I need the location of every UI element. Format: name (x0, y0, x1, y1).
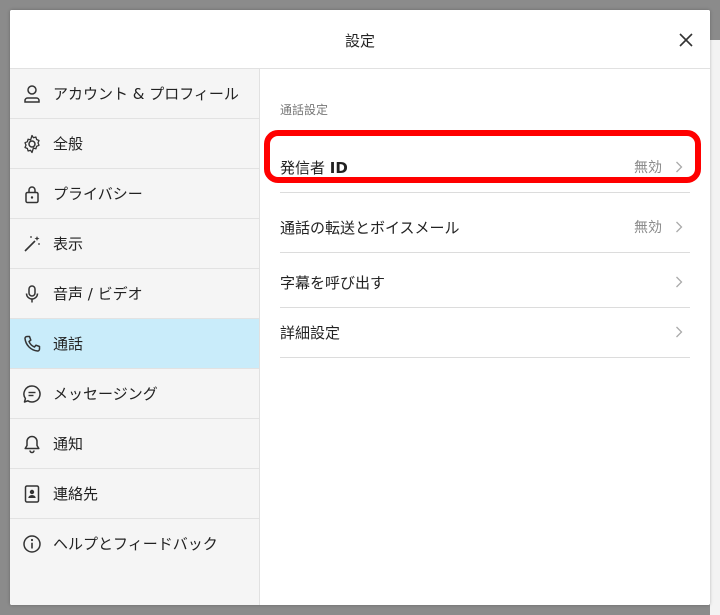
sidebar-item-label: プライバシー (53, 185, 143, 203)
microphone-icon (21, 283, 43, 305)
settings-dialog: 設定 アカウント & プロフィール 全般 プライバシー 表示 音声 / ビデオ … (10, 10, 710, 605)
person-icon (21, 83, 43, 105)
sidebar-item-account-profile[interactable]: アカウント & プロフィール (10, 69, 259, 119)
sidebar-item-label: アカウント & プロフィール (53, 85, 239, 103)
lock-icon (21, 183, 43, 205)
sidebar-item-help-feedback[interactable]: ヘルプとフィードバック (10, 519, 259, 568)
row-call-forwarding-voicemail[interactable]: 通話の転送とボイスメール 無効 (280, 202, 690, 253)
background-window-edge (710, 40, 720, 615)
row-label: 字幕を呼び出す (280, 273, 386, 292)
section-title: 通話設定 (280, 103, 329, 117)
row-label: 発信者 ID (280, 157, 634, 178)
chevron-right-icon (672, 220, 686, 234)
sidebar-item-label: 表示 (53, 235, 84, 253)
bell-icon (21, 433, 43, 455)
sidebar-item-label: 全般 (53, 135, 84, 153)
sidebar-item-label: 音声 / ビデオ (53, 285, 143, 303)
gear-icon (21, 133, 43, 155)
row-advanced-settings[interactable]: 詳細設定 (280, 307, 690, 358)
row-label-bold: ID (329, 158, 348, 177)
row-value: 無効 (634, 160, 662, 176)
dialog-header: 設定 (10, 10, 710, 69)
chevron-right-icon (672, 325, 686, 339)
phone-icon (21, 333, 43, 355)
sidebar-item-display[interactable]: 表示 (10, 219, 259, 269)
close-button[interactable] (674, 28, 698, 52)
sidebar-item-label: ヘルプとフィードバック (53, 535, 218, 553)
sidebar-item-contacts[interactable]: 連絡先 (10, 469, 259, 519)
info-icon (21, 533, 43, 555)
row-value: 無効 (634, 220, 662, 236)
sidebar-item-label: 通知 (53, 435, 84, 453)
row-caller-id[interactable]: 発信者 ID 無効 (280, 142, 690, 193)
chevron-right-icon (672, 160, 686, 174)
chat-bubble-icon (21, 383, 43, 405)
sidebar-item-notifications[interactable]: 通知 (10, 419, 259, 469)
settings-sidebar: アカウント & プロフィール 全般 プライバシー 表示 音声 / ビデオ 通話 … (10, 69, 260, 605)
sidebar-item-privacy[interactable]: プライバシー (10, 169, 259, 219)
row-call-captions[interactable]: 字幕を呼び出す (280, 257, 690, 308)
settings-content: 通話設定 発信者 ID 無効 通話の転送とボイスメール 無効 字幕を呼び出す 詳… (260, 69, 710, 605)
sidebar-item-calls[interactable]: 通話 (10, 319, 259, 369)
contact-card-icon (21, 483, 43, 505)
row-label: 詳細設定 (280, 323, 341, 342)
sidebar-item-audio-video[interactable]: 音声 / ビデオ (10, 269, 259, 319)
sidebar-item-general[interactable]: 全般 (10, 119, 259, 169)
row-label: 通話の転送とボイスメール (280, 218, 460, 237)
dialog-title: 設定 (344, 32, 375, 50)
row-label-prefix: 発信者 (280, 158, 330, 177)
sidebar-item-label: 連絡先 (53, 485, 99, 503)
close-icon (679, 33, 693, 47)
sidebar-item-label: 通話 (53, 335, 84, 353)
sidebar-item-label: メッセージング (53, 385, 158, 403)
sidebar-item-messaging[interactable]: メッセージング (10, 369, 259, 419)
chevron-right-icon (672, 275, 686, 289)
magic-wand-icon (21, 233, 43, 255)
